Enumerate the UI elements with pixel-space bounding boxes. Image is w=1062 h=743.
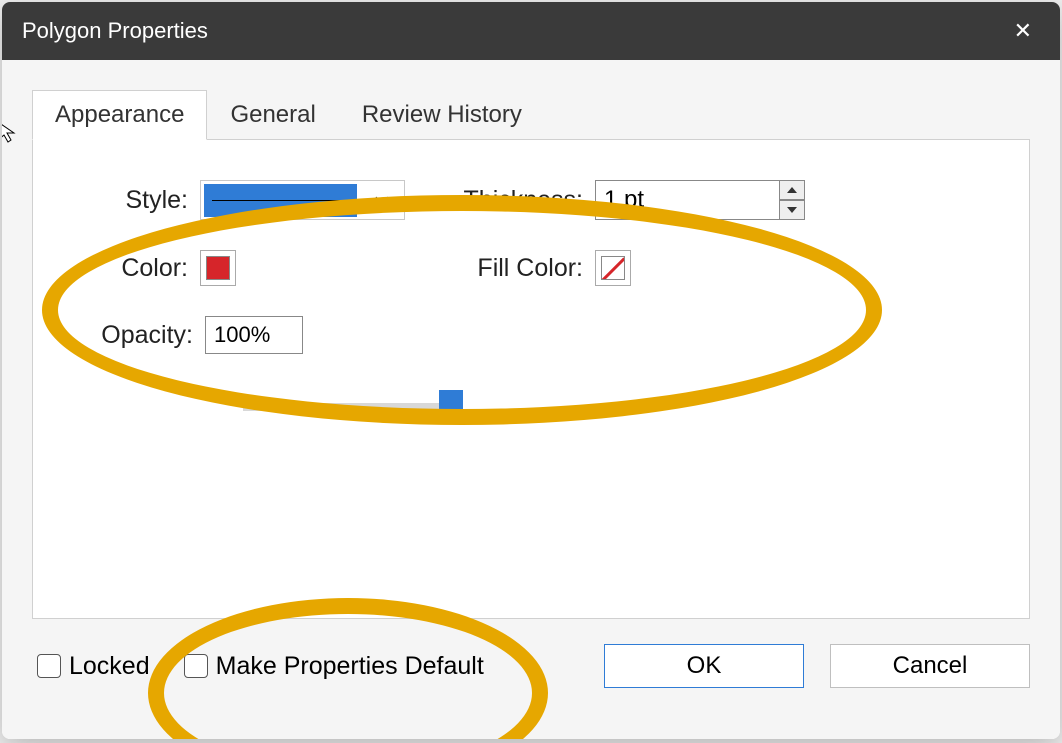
bottom-row: Locked Make Properties Default OK Cancel (32, 619, 1030, 688)
window-title: Polygon Properties (22, 18, 208, 44)
chevron-down-icon (360, 196, 404, 204)
checkbox-box (184, 654, 208, 678)
locked-label: Locked (69, 652, 150, 681)
make-default-checkbox[interactable]: Make Properties Default (184, 652, 484, 681)
cursor-icon (2, 120, 20, 144)
opacity-label: Opacity: (93, 321, 193, 350)
thickness-spin-down[interactable] (779, 200, 805, 220)
tab-general[interactable]: General (207, 90, 338, 139)
opacity-input[interactable] (205, 316, 303, 354)
checkbox-box (37, 654, 61, 678)
tab-review-history[interactable]: Review History (339, 90, 545, 139)
slider-thumb[interactable] (439, 390, 463, 424)
style-label: Style: (93, 186, 188, 215)
ok-button[interactable]: OK (604, 644, 804, 688)
close-icon[interactable]: ✕ (1006, 16, 1040, 46)
color-well[interactable] (200, 250, 236, 286)
locked-checkbox[interactable]: Locked (37, 652, 150, 681)
thickness-spinner (779, 180, 805, 220)
color-chip (206, 256, 230, 280)
fill-color-label: Fill Color: (453, 254, 583, 283)
make-default-label: Make Properties Default (216, 652, 484, 681)
thickness-spin-up[interactable] (779, 180, 805, 200)
style-select[interactable] (200, 180, 405, 220)
content-area: Appearance General Review History Style:… (2, 60, 1060, 739)
tab-appearance[interactable]: Appearance (32, 90, 207, 140)
dialog-window: Polygon Properties ✕ Appearance General … (2, 2, 1060, 739)
thickness-label: Thickness: (453, 186, 583, 215)
fill-color-none-icon (601, 256, 625, 280)
slider-track (243, 403, 453, 411)
cancel-button[interactable]: Cancel (830, 644, 1030, 688)
title-bar: Polygon Properties ✕ (2, 2, 1060, 60)
tab-bar: Appearance General Review History (32, 90, 1030, 139)
fill-color-well[interactable] (595, 250, 631, 286)
tab-panel-appearance: Style: Thickness: (32, 139, 1030, 619)
opacity-slider[interactable] (243, 394, 453, 420)
style-swatch (204, 184, 357, 217)
color-label: Color: (93, 254, 188, 283)
thickness-input[interactable] (595, 180, 780, 220)
